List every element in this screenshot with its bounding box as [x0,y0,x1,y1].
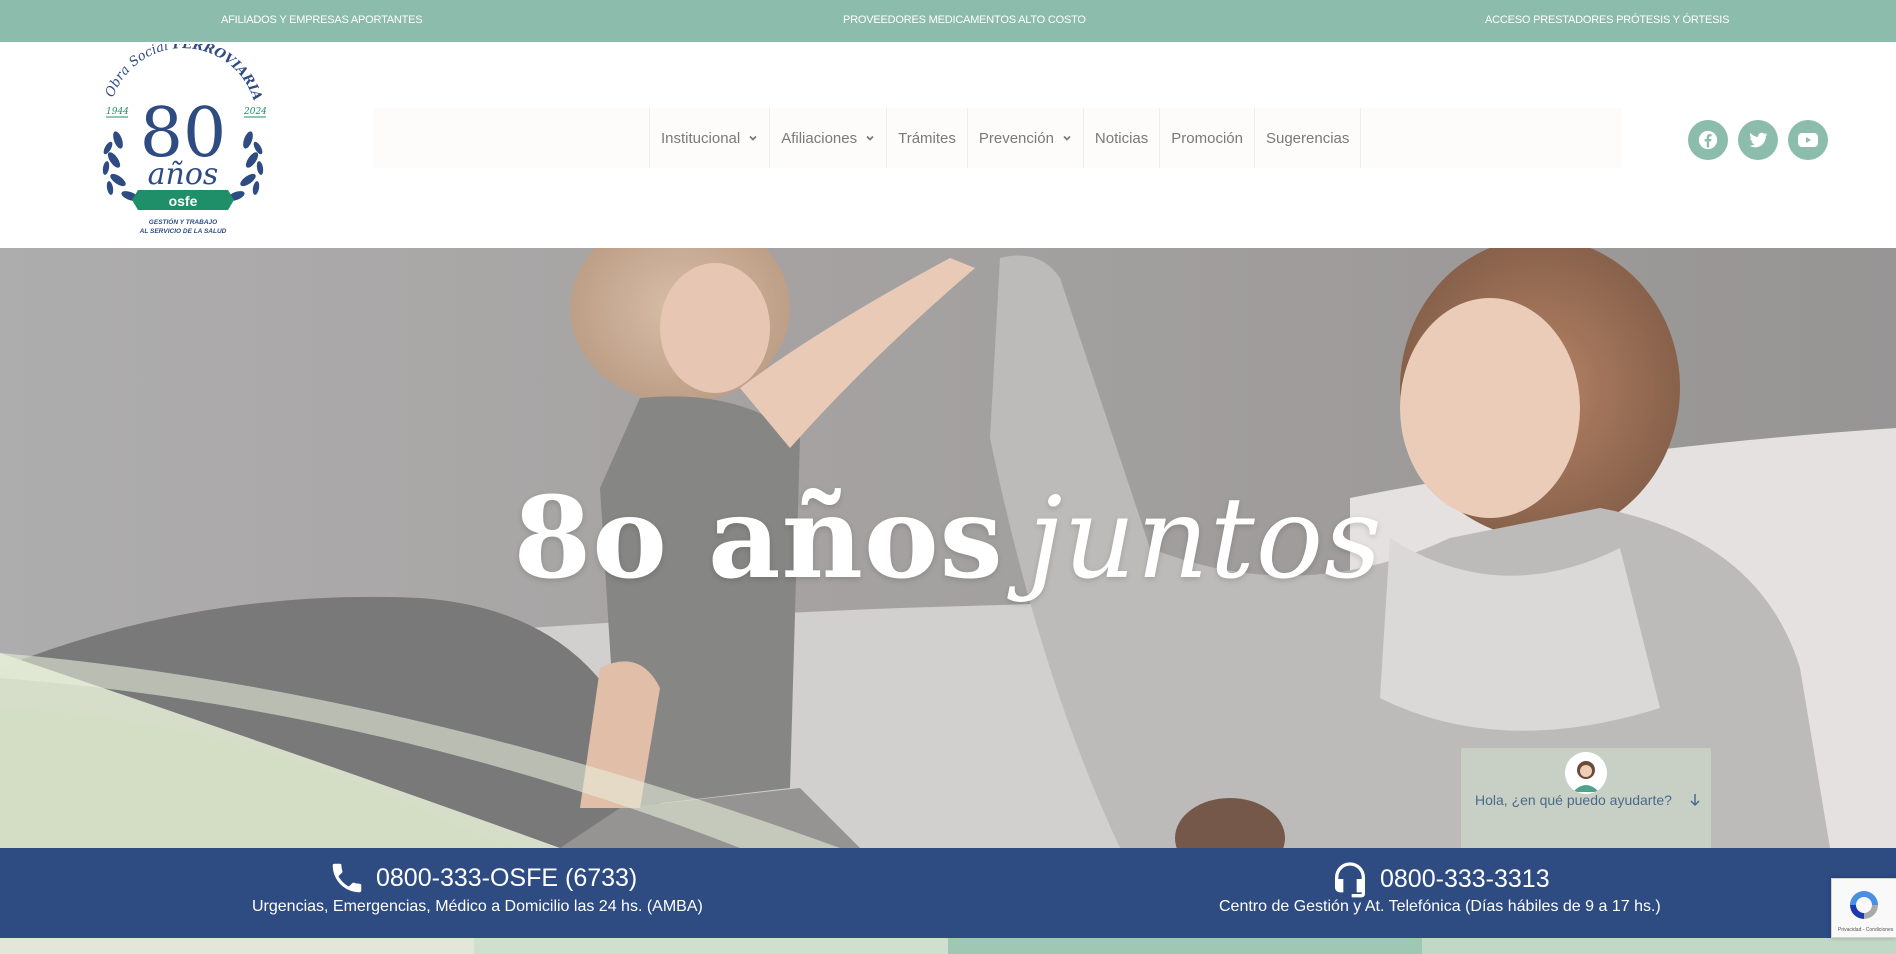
nav-item-institucional[interactable]: Institucional [649,108,769,168]
youtube-icon [1798,133,1818,147]
nav-item-promocion[interactable]: Promoción [1159,108,1254,168]
hero-title-italic: juntos [1027,474,1383,604]
svg-text:AL SERVICIO DE LA SALUD: AL SERVICIO DE LA SALUD [139,228,227,235]
emergency-phone[interactable]: 0800-333-OSFE (6733) [328,859,637,897]
contact-band: 0800-333-OSFE (6733) Urgencias, Emergenc… [0,848,1896,938]
nav-item-label: Afiliaciones [781,129,858,147]
facebook-button[interactable] [1688,120,1728,160]
nav-item-noticias[interactable]: Noticias [1082,108,1159,168]
svg-text:2024: 2024 [243,107,267,117]
assistant-avatar-icon [1565,752,1607,794]
headset-icon [1335,862,1365,898]
topbar-link-proveedores[interactable]: PROVEEDORES MEDICAMENTOS ALTO COSTO [843,14,1086,26]
nav-item-label: Institucional [661,129,741,147]
nav-item-label: Sugerencias [1265,129,1350,147]
nav-menu: Institucional Afiliaciones Trámites Prevenc… [649,108,1362,168]
bottom-color-strip [0,938,1896,954]
arrow-down-icon [1690,794,1700,807]
main-nav: Institucional Afiliaciones Trámites Prevenc… [374,108,1622,168]
emergency-phone-number: 0800-333-OSFE (6733) [376,863,638,892]
nav-item-sugerencias[interactable]: Sugerencias [1253,108,1362,168]
center-description: Centro de Gestión y At. Telefónica (Días… [1219,898,1661,915]
chevron-down-icon [749,135,757,141]
nav-item-label: Noticias [1094,129,1149,147]
svg-text:1944: 1944 [106,107,129,117]
chevron-down-icon [866,135,874,141]
chat-greeting: Hola, ¿en qué puedo ayudarte? [1475,792,1672,808]
topbar-link-prestadores[interactable]: ACCESO PRESTADORES PRÓTESIS Y ÓRTESIS [1485,14,1729,26]
chat-widget[interactable]: Hola, ¿en qué puedo ayudarte? [1461,748,1711,858]
twitter-icon [1749,132,1768,148]
hero-title: 8o años juntos [0,473,1896,604]
contact-center: 0800-333-3313 Centro de Gestión y At. Te… [960,848,1896,938]
center-phone-number: 0800-333-3313 [1380,864,1550,893]
hero-title-main: 8o años [513,473,1004,604]
recaptcha-badge[interactable]: Privacidad - Condiciones [1831,878,1896,938]
nav-item-label: Trámites [898,129,956,147]
svg-text:osfe: osfe [169,193,198,209]
nav-item-tramites[interactable]: Trámites [886,108,967,168]
nav-item-label: Promoción [1171,129,1243,147]
emergency-description: Urgencias, Emergencias, Médico a Domicil… [252,898,703,915]
facebook-icon [1698,130,1718,150]
site-header: Obra Social FERROVIARIA 80 años 1944 202… [0,42,1896,248]
recaptcha-terms[interactable]: Privacidad - Condiciones [1838,927,1893,933]
contact-emergency: 0800-333-OSFE (6733) Urgencias, Emergenc… [0,848,960,938]
recaptcha-icon [1850,891,1878,919]
top-bar: AFILIADOS Y EMPRESAS APORTANTES PROVEEDO… [0,0,1896,42]
svg-text:años: años [148,157,219,192]
nav-item-afiliaciones[interactable]: Afiliaciones [769,108,886,168]
svg-text:GESTIÓN Y TRABAJO: GESTIÓN Y TRABAJO [149,217,217,226]
center-phone[interactable]: 0800-333-3313 [1330,859,1550,899]
twitter-button[interactable] [1738,120,1778,160]
nav-item-prevencion[interactable]: Prevención [966,108,1083,168]
phone-icon [332,863,362,893]
youtube-button[interactable] [1788,120,1828,160]
chevron-down-icon [1063,135,1071,141]
topbar-link-afiliados[interactable]: AFILIADOS Y EMPRESAS APORTANTES [221,14,423,26]
nav-item-label: Prevención [978,129,1054,147]
osfe-80-years-logo[interactable]: Obra Social FERROVIARIA 80 años 1944 202… [88,44,278,240]
